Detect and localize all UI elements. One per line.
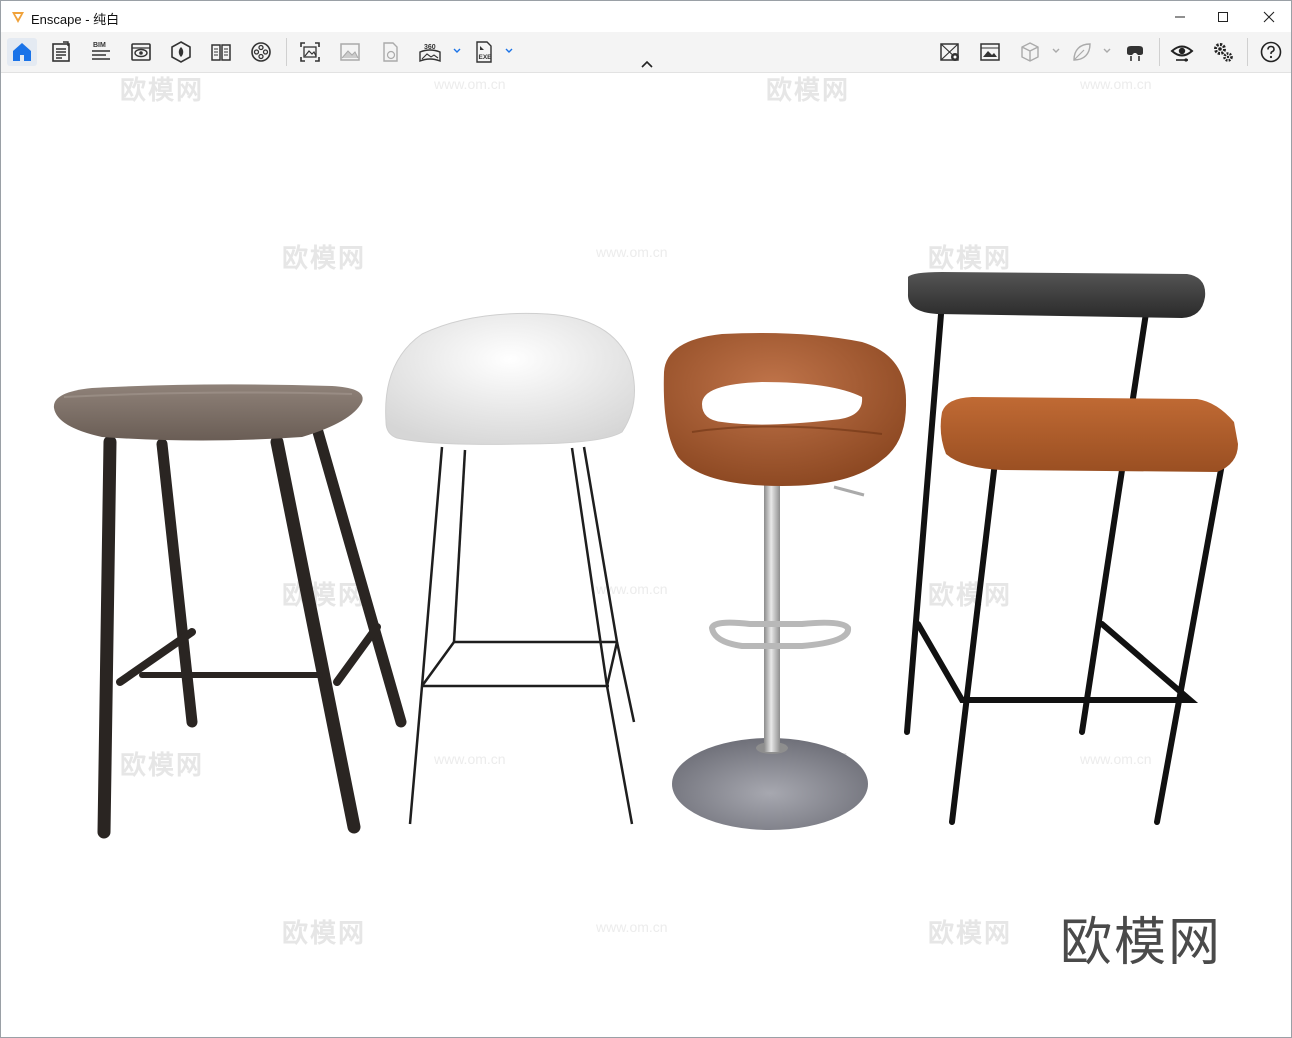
eye-icon	[1170, 45, 1194, 62]
help-button[interactable]	[1256, 38, 1286, 66]
view-manager-button[interactable]	[935, 38, 965, 66]
object-icon	[1021, 42, 1039, 62]
toolbar-separator	[1159, 38, 1160, 66]
close-button[interactable]	[1246, 1, 1292, 32]
minimize-icon	[1175, 16, 1185, 17]
batch-render-icon	[340, 43, 360, 61]
view-manager-icon	[940, 43, 959, 61]
screenshot-button[interactable]	[295, 38, 325, 66]
export-web-icon	[383, 42, 398, 62]
backrest-bar-stool	[904, 272, 1238, 825]
vr-headset-icon	[1127, 46, 1143, 61]
file-icon	[52, 41, 70, 62]
maximize-button[interactable]	[1200, 1, 1246, 32]
app-window: Enscape - 纯白 BIM 360 EXE 欧模网 www.om.cn 欧…	[0, 0, 1292, 1038]
capture-icon	[980, 43, 1000, 61]
material-dropdown-icon[interactable]	[1102, 46, 1112, 56]
home-button[interactable]	[7, 38, 37, 66]
vr-headset-button[interactable]	[1120, 38, 1150, 66]
settings-button[interactable]	[1208, 38, 1238, 66]
scene-name: 纯白	[93, 12, 120, 27]
svg-text:BIM: BIM	[93, 42, 106, 49]
white-shell-stool	[385, 312, 636, 825]
minimize-button[interactable]	[1157, 1, 1203, 32]
title-separator: -	[81, 12, 94, 27]
app-name: Enscape	[31, 12, 82, 27]
toolbar-separator	[286, 38, 287, 66]
object-button[interactable]	[1015, 38, 1045, 66]
bim-button[interactable]: BIM	[86, 38, 116, 66]
help-icon	[1260, 41, 1282, 63]
screenshot-icon	[300, 42, 320, 62]
wooden-stool	[53, 384, 407, 839]
object-dropdown-icon[interactable]	[1051, 46, 1061, 56]
brand-logo-watermark: 欧模网	[1060, 913, 1223, 973]
exe-export-button[interactable]: EXE	[469, 38, 499, 66]
video-reel-button[interactable]	[246, 38, 276, 66]
asset-library-icon	[171, 41, 191, 63]
window-title: Enscape - 纯白	[31, 9, 119, 28]
visual-settings-button[interactable]	[126, 38, 156, 66]
svg-text:EXE: EXE	[479, 54, 493, 61]
material-icon	[1073, 43, 1091, 61]
collapse-toolbar-icon[interactable]	[639, 59, 655, 71]
book-button[interactable]	[206, 38, 236, 66]
panorama-icon: 360	[419, 44, 441, 63]
asset-library-button[interactable]	[166, 38, 196, 66]
toolbar-separator	[1247, 38, 1248, 66]
close-icon	[1263, 11, 1275, 22]
settings-icon	[1214, 43, 1233, 62]
panorama-dropdown-icon[interactable]	[452, 46, 462, 56]
panorama-button[interactable]: 360	[415, 38, 445, 66]
export-web-button[interactable]	[375, 38, 405, 66]
home-icon	[13, 43, 31, 61]
title-bar[interactable]: Enscape - 纯白	[1, 1, 1291, 32]
batch-render-button[interactable]	[335, 38, 365, 66]
exe-export-icon: EXE	[476, 41, 493, 63]
material-button[interactable]	[1067, 38, 1097, 66]
enscape-logo-icon	[12, 12, 24, 23]
visual-settings-icon	[131, 43, 151, 61]
leather-swivel-stool	[663, 333, 907, 830]
exe-dropdown-icon[interactable]	[504, 46, 514, 56]
maximize-icon	[1218, 11, 1228, 22]
file-button[interactable]	[46, 38, 76, 66]
capture-button[interactable]	[975, 38, 1005, 66]
render-viewport[interactable]: 欧模网 www.om.cn 欧模网 www.om.cn 欧模网 www.om.c…	[2, 72, 1292, 1038]
scene-render	[53, 272, 1238, 839]
bim-icon: BIM	[92, 42, 110, 60]
video-reel-icon	[251, 42, 271, 62]
eye-button[interactable]	[1167, 38, 1197, 66]
book-icon	[211, 44, 231, 61]
